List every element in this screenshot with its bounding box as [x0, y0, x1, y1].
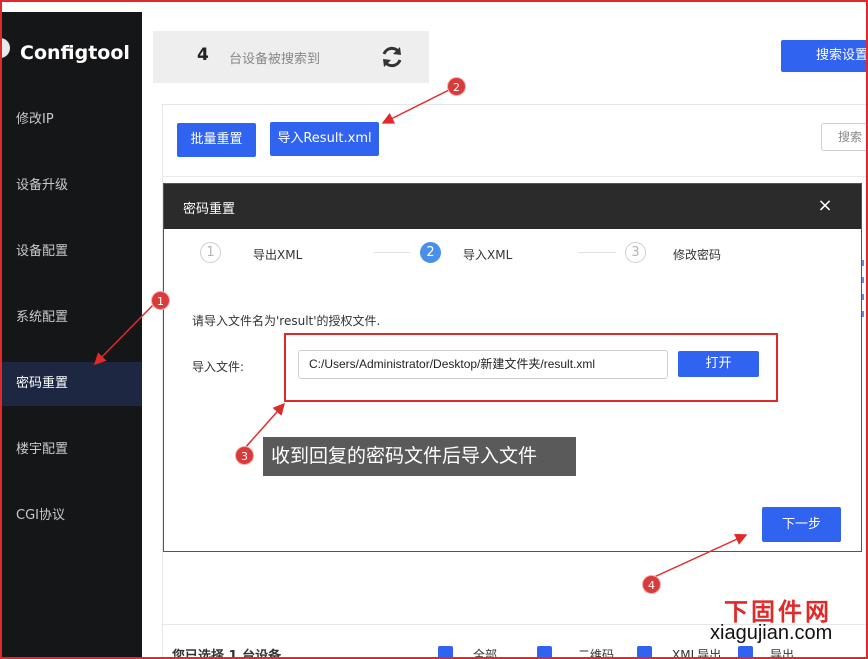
step-3-label: 修改密码	[673, 248, 722, 262]
watermark-en: xiagujian.com	[710, 622, 833, 644]
checkbox-qrcode[interactable]	[537, 646, 552, 659]
import-hint: 请导入文件名为'result'的授权文件.	[192, 314, 381, 328]
checkbox-export-label: 导出	[770, 648, 795, 659]
checkbox-xml-export[interactable]	[637, 646, 652, 659]
step-connector	[578, 252, 616, 253]
step-badge-3: 3	[235, 446, 254, 465]
search-input[interactable]: 搜索	[821, 123, 868, 151]
checkbox-xml-export-label: XML导出	[672, 648, 722, 659]
callout-text: 收到回复的密码文件后导入文件	[263, 437, 576, 476]
sidebar: Configtool 修改IP 设备升级 设备配置 系统配置 密码重置 楼宇配置…	[0, 12, 142, 659]
device-count-text: 台设备被搜索到	[229, 52, 321, 67]
step-1-number: 1	[200, 242, 221, 263]
logo-icon	[0, 38, 10, 58]
sidebar-item-device-upgrade[interactable]: 设备升级	[2, 164, 142, 208]
close-icon[interactable]: ×	[816, 196, 834, 216]
dialog-header: 密码重置 ×	[164, 184, 861, 229]
highlight-box	[284, 333, 778, 402]
device-count-card: 4 台设备被搜索到	[153, 31, 429, 83]
step-1-label: 导出XML	[253, 248, 303, 262]
sidebar-item-password-reset[interactable]: 密码重置	[2, 362, 142, 406]
sidebar-item-cgi-protocol[interactable]: CGI协议	[2, 494, 142, 538]
checkbox-all-label: 全部	[473, 648, 498, 659]
sidebar-item-modify-ip[interactable]: 修改IP	[2, 98, 142, 142]
batch-reset-button[interactable]: 批量重置	[177, 123, 256, 157]
import-result-button[interactable]: 导入Result.xml	[270, 122, 379, 156]
sidebar-item-building-config[interactable]: 楼宇配置	[2, 428, 142, 472]
checkbox-export[interactable]	[738, 646, 753, 659]
step-3-number: 3	[625, 242, 646, 263]
step-badge-1: 1	[151, 291, 170, 310]
selected-devices-text: 您已选择 1 台设备	[172, 649, 282, 659]
step-connector	[373, 252, 411, 253]
device-count: 4	[197, 45, 209, 65]
sidebar-item-device-config[interactable]: 设备配置	[2, 230, 142, 274]
import-file-label: 导入文件:	[192, 360, 245, 374]
checkbox-qrcode-label: 二维码	[578, 648, 615, 659]
step-2-number: 2	[420, 242, 441, 263]
dialog-title: 密码重置	[183, 202, 236, 217]
sidebar-item-system-config[interactable]: 系统配置	[2, 296, 142, 340]
divider	[162, 176, 868, 177]
checkbox-all[interactable]	[438, 646, 453, 659]
next-step-button[interactable]: 下一步	[762, 507, 841, 542]
step-badge-4: 4	[642, 575, 661, 594]
app-title: Configtool	[20, 42, 130, 64]
refresh-icon[interactable]	[378, 43, 406, 71]
step-badge-2: 2	[447, 77, 466, 96]
step-2-label: 导入XML	[463, 248, 513, 262]
search-settings-button[interactable]: 搜索设置	[781, 40, 868, 72]
